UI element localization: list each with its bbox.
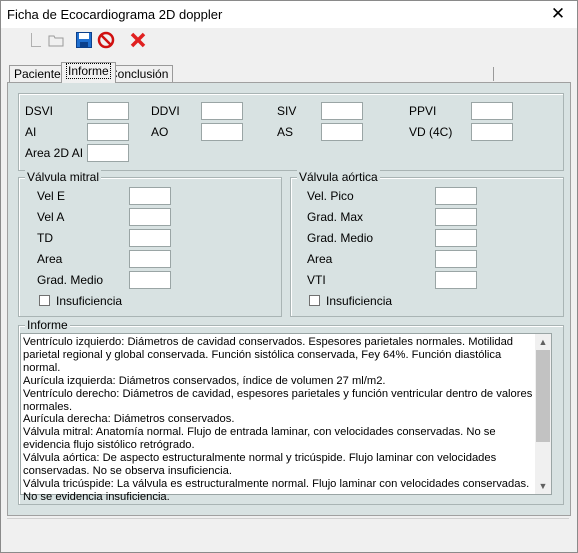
mitral-group: Válvula mitral Vel E Vel A TD Area Grad.…: [18, 170, 282, 317]
vd-field[interactable]: [471, 123, 513, 141]
open-icon[interactable]: [47, 31, 65, 49]
aortic-insuficiencia-checkbox[interactable]: [309, 295, 320, 306]
mitral-area-label: Area: [37, 252, 63, 266]
tab-divider: [493, 67, 494, 81]
app-window: Ficha de Ecocardiograma 2D doppler ✕ Pac…: [0, 0, 578, 553]
close-icon[interactable]: ✕: [547, 3, 569, 25]
informe-group-title: Informe: [25, 318, 70, 332]
informe-line: Válvula aórtica: De aspecto estructuralm…: [23, 452, 497, 478]
scroll-up-icon[interactable]: ▲: [535, 334, 551, 350]
mitral-vel-a-label: Vel A: [37, 210, 65, 224]
mitral-vel-a-field[interactable]: [129, 208, 171, 226]
informe-line: Válvula mitral: Anatomía normal. Flujo d…: [23, 426, 496, 452]
informe-line: Ventrículo derecho: Diámetros de cavidad…: [23, 387, 533, 413]
informe-textarea[interactable]: Ventrículo izquierdo: Diámetros de cavid…: [20, 333, 552, 503]
aortic-area-label: Area: [307, 252, 333, 266]
aortic-vel-pico-label: Vel. Pico: [307, 189, 354, 203]
aortic-group-title: Válvula aórtica: [297, 170, 380, 184]
ddvi-label: DDVI: [151, 104, 180, 118]
tab-paciente-label: Paciente: [14, 67, 61, 81]
as-label: AS: [277, 125, 294, 139]
dsvi-field[interactable]: [87, 102, 129, 120]
scroll-down-icon[interactable]: ▼: [535, 478, 551, 494]
mitral-vel-e-label: Vel E: [37, 189, 66, 203]
ai-label: AI: [25, 125, 37, 139]
ao-field[interactable]: [201, 123, 243, 141]
tab-paciente[interactable]: Paciente: [9, 65, 66, 82]
aortic-grad-medio-label: Grad. Medio: [307, 231, 374, 245]
scroll-thumb[interactable]: [536, 350, 550, 442]
aortic-vti-label: VTI: [307, 273, 326, 287]
informe-panel: DSVI DDVI SIV PPVI AI AO AS VD (4C) Area…: [7, 82, 571, 516]
mitral-vel-e-field[interactable]: [129, 187, 171, 205]
mitral-insuficiencia-checkbox[interactable]: [39, 295, 50, 306]
siv-field[interactable]: [321, 102, 363, 120]
ddvi-field[interactable]: [201, 102, 243, 120]
title-bar: Ficha de Ecocardiograma 2D doppler ✕: [1, 1, 577, 28]
save-icon[interactable]: [75, 31, 93, 49]
ppvi-label: PPVI: [409, 104, 437, 118]
mitral-group-title: Válvula mitral: [25, 170, 102, 184]
toolbar: [1, 28, 577, 54]
informe-line: Ventrículo izquierdo: Diámetros de cavid…: [23, 336, 514, 374]
aortic-vel-pico-field[interactable]: [435, 187, 477, 205]
informe-line: Aurícula izquierda: Diámetros conservado…: [23, 374, 386, 387]
informe-line: Aurícula derecha: Diámetros conservados.: [23, 413, 235, 426]
mitral-td-field[interactable]: [129, 229, 171, 247]
aortic-grad-medio-field[interactable]: [435, 229, 477, 247]
cancel-icon[interactable]: [97, 31, 115, 49]
measures-group: DSVI DDVI SIV PPVI AI AO AS VD (4C) Area…: [18, 93, 564, 171]
aortic-insuficiencia-label: Insuficiencia: [326, 294, 393, 308]
siv-label: SIV: [277, 104, 297, 118]
tab-conclusion-label: Conclusión: [109, 67, 169, 81]
dsvi-label: DSVI: [25, 104, 54, 118]
as-field[interactable]: [321, 123, 363, 141]
mitral-grad-medio-label: Grad. Medio: [37, 273, 104, 287]
ppvi-field[interactable]: [471, 102, 513, 120]
new-icon[interactable]: [27, 31, 45, 49]
tab-strip: Paciente Informe Conclusión: [7, 61, 569, 83]
mitral-grad-medio-field[interactable]: [129, 271, 171, 289]
status-bar: [7, 518, 569, 543]
aortic-area-field[interactable]: [435, 250, 477, 268]
aortic-vti-field[interactable]: [435, 271, 477, 289]
informe-scrollbar[interactable]: ▲ ▼: [535, 334, 551, 494]
aortic-group: Válvula aórtica Vel. Pico Grad. Max Grad…: [290, 170, 564, 317]
window-title: Ficha de Ecocardiograma 2D doppler: [7, 7, 223, 22]
area-ai-label: Area 2D AI: [25, 146, 84, 160]
ai-field[interactable]: [87, 123, 129, 141]
mitral-insuficiencia-label: Insuficiencia: [56, 294, 123, 308]
area-ai-field[interactable]: [87, 144, 129, 162]
aortic-grad-max-label: Grad. Max: [307, 210, 364, 224]
mitral-area-field[interactable]: [129, 250, 171, 268]
vd-label: VD (4C): [409, 125, 453, 139]
aortic-grad-max-field[interactable]: [435, 208, 477, 226]
mitral-td-label: TD: [37, 231, 53, 245]
informe-text: Ventrículo izquierdo: Diámetros de cavid…: [23, 336, 535, 504]
informe-line: Válvula tricúspide: La válvula es estruc…: [23, 477, 530, 503]
ao-label: AO: [151, 125, 169, 139]
tab-informe[interactable]: Informe: [61, 62, 116, 83]
delete-icon[interactable]: [129, 31, 147, 49]
tab-informe-label: Informe: [66, 63, 111, 79]
